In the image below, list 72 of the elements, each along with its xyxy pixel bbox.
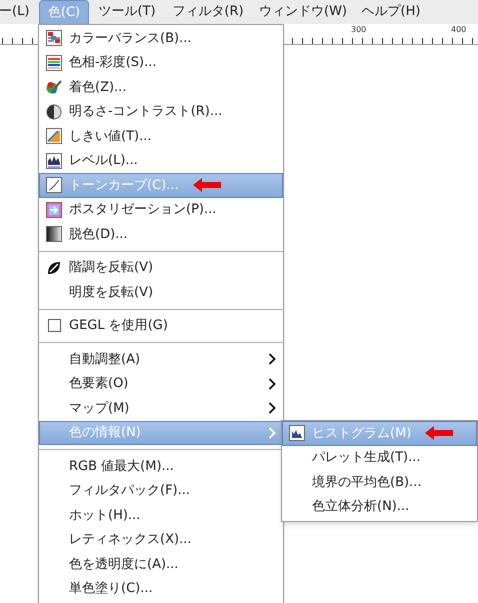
gradient-icon: [46, 226, 62, 242]
ruler-label: 300: [351, 26, 366, 34]
ruler-label: 400: [451, 26, 466, 34]
menu-item[interactable]: パレット生成(T)...: [282, 446, 477, 470]
menu-item[interactable]: 境界の平均色(B)...: [282, 470, 477, 494]
menu-item-label: パレット生成(T)...: [312, 449, 420, 467]
menu-item-label: 色要素(O): [69, 375, 128, 393]
menu-item-label: ポスタリゼーション(P)...: [69, 201, 216, 219]
contrast-icon: [46, 104, 62, 120]
menu-item[interactable]: しきい値(T)...: [39, 124, 283, 148]
hue-sliders-icon: [46, 54, 62, 71]
menu-item-label: 単色塗り(C)...: [69, 580, 153, 598]
menu-item[interactable]: レベル(L)...: [39, 148, 283, 173]
levels-icon: [46, 152, 62, 169]
checkbox[interactable]: [48, 319, 60, 332]
chevron-right-icon: [268, 353, 276, 366]
menu-item-label: 脱色(D)...: [69, 226, 128, 244]
menu-item-label: レティネックス(X)...: [69, 531, 192, 549]
menu-item-label: 明度を反転(V): [69, 284, 154, 302]
menu-item-label: 階調を反転(V): [69, 259, 154, 277]
menu-item[interactable]: 明るさ-コントラスト(R)...: [39, 100, 283, 124]
menu-item-label: レベル(L)...: [69, 152, 138, 170]
menu-item[interactable]: 階調を反転(V): [39, 256, 283, 280]
menu-item-label: 境界の平均色(B)...: [312, 474, 422, 492]
menu-item[interactable]: 色相-彩度(S)...: [39, 50, 283, 75]
menu-item[interactable]: レティネックス(X)...: [39, 528, 283, 552]
sliders-icon: [46, 30, 62, 46]
menu-item[interactable]: 色要素(O): [39, 372, 283, 396]
menu-item-label: マップ(M): [69, 400, 130, 418]
menu-item-label: RGB 値最大(M)...: [69, 458, 174, 476]
menu-item[interactable]: フィルタパック(F)...: [39, 478, 283, 503]
menu-item[interactable]: マップ(M): [39, 396, 283, 420]
menu-item[interactable]: カラーバランス(B)...: [39, 26, 283, 50]
histogram-icon: [289, 425, 305, 442]
menu-item-label: GEGL を使用(G): [69, 317, 168, 335]
menu-item[interactable]: ポスタリゼーション(P)...: [39, 198, 283, 222]
menu-item-label: ホット(H)...: [69, 506, 140, 524]
menu-bar-item[interactable]: ヘルプ(H): [355, 0, 427, 24]
menu-item-label: 色を透明度に(A)...: [69, 556, 178, 574]
invert-icon: [46, 260, 62, 276]
menu-bar-item[interactable]: ツール(T): [89, 0, 165, 24]
menu-item[interactable]: 明度を反転(V): [39, 280, 283, 304]
menu-item[interactable]: 色を透明度に(A)...: [39, 552, 283, 576]
menu-bar-item[interactable]: フィルタ(R): [165, 0, 251, 24]
menu-item-label: トーンカーブ(C)...: [69, 176, 179, 194]
menu-item[interactable]: 色立体分析(N)...: [282, 494, 477, 519]
menu-item[interactable]: 脱色(D)...: [39, 222, 283, 246]
menu-item-label: しきい値(T)...: [69, 128, 152, 146]
chevron-right-icon: [268, 426, 276, 439]
menu-item[interactable]: ホット(H)...: [39, 503, 283, 528]
chevron-right-icon: [268, 378, 276, 390]
menu-bar-item[interactable]: ー(L): [0, 0, 39, 24]
curve-icon: [46, 177, 62, 194]
posterize-icon: [46, 202, 62, 218]
menu-item-label: 色の情報(N): [69, 424, 141, 442]
menu-item-label: 色立体分析(N)...: [312, 498, 410, 516]
palette-brush-icon: [46, 79, 62, 96]
menu-item-label: カラーバランス(B)...: [69, 30, 192, 48]
menu-item[interactable]: GEGL を使用(G): [39, 314, 283, 338]
menu-item-label: 明るさ-コントラスト(R)...: [69, 103, 222, 121]
chevron-right-icon: [268, 402, 276, 414]
threshold-icon: [46, 128, 62, 144]
menu-item-label: ヒストグラム(M): [312, 424, 412, 442]
menu-item[interactable]: RGB 値最大(M)...: [39, 454, 283, 478]
menu-item[interactable]: 単色塗り(C)...: [39, 576, 283, 601]
menu-item-label: フィルタパック(F)...: [69, 482, 190, 500]
menu-item[interactable]: 着色(Z)...: [39, 75, 283, 100]
menu-item-label: 着色(Z)...: [69, 78, 126, 96]
menu-item-label: 自動調整(A): [69, 350, 140, 368]
menu-bar-item[interactable]: ウィンドウ(W): [251, 0, 355, 24]
menu-item-label: 色相-彩度(S)...: [69, 54, 156, 72]
menu-item[interactable]: 自動調整(A): [39, 347, 283, 372]
